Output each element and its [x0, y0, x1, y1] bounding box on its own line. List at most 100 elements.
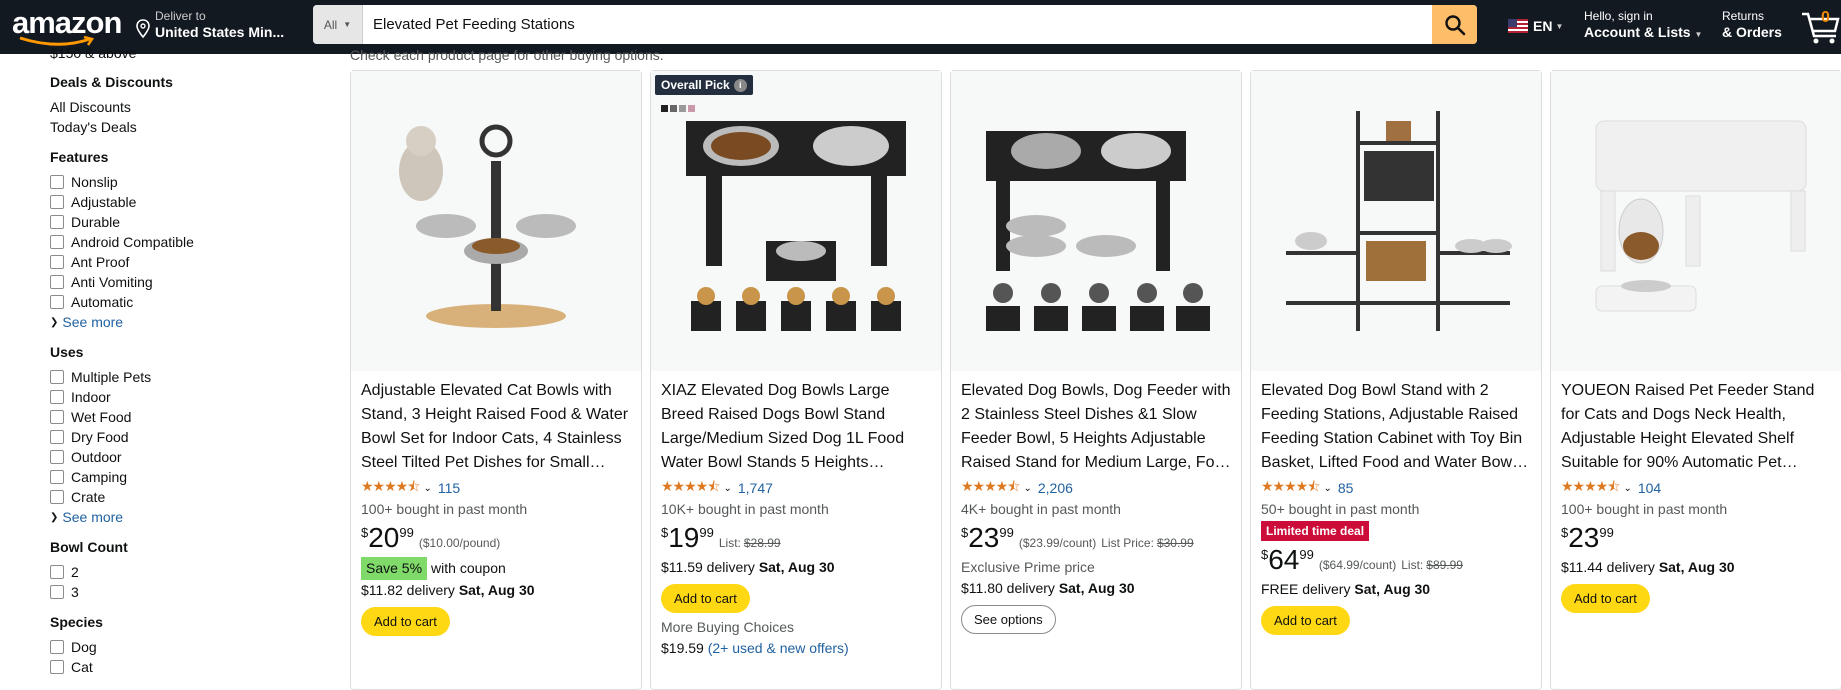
checkbox[interactable] — [50, 295, 64, 309]
deal-link[interactable]: All Discounts — [50, 97, 330, 117]
product-title[interactable]: Elevated Dog Bowl Stand with 2 Feeding S… — [1261, 379, 1531, 475]
checkbox[interactable] — [50, 640, 64, 654]
species-filter[interactable]: Cat — [50, 657, 330, 677]
checkbox[interactable] — [50, 235, 64, 249]
swatch[interactable] — [679, 105, 686, 112]
use-filter[interactable]: Crate — [50, 487, 330, 507]
offers-link[interactable]: (2+ used & new offers) — [708, 640, 849, 656]
product-rating[interactable]: ★★★★⯪ ⌄ 115 — [361, 477, 631, 499]
save-badge[interactable]: Save 5% — [361, 557, 428, 580]
checkbox[interactable] — [50, 195, 64, 209]
feature-filter[interactable]: Android Compatible — [50, 232, 330, 252]
checkbox[interactable] — [50, 370, 64, 384]
checkbox[interactable] — [50, 430, 64, 444]
checkbox[interactable] — [50, 175, 64, 189]
swatch[interactable] — [688, 105, 695, 112]
account-and-lists[interactable]: Hello, sign in Account & Lists ▼ — [1584, 9, 1702, 43]
product-image[interactable] — [951, 71, 1241, 371]
product-price[interactable]: $20 99 ($10.00/pound) — [361, 523, 631, 557]
feature-filter[interactable]: Automatic — [50, 292, 330, 312]
currency-symbol: $ — [661, 525, 669, 540]
language-selector[interactable]: EN ▼ — [1508, 18, 1563, 34]
language-label: EN — [1533, 18, 1553, 34]
chevron-down-icon[interactable]: ⌄ — [723, 483, 731, 494]
search-button[interactable] — [1432, 5, 1477, 44]
chevron-down-icon[interactable]: ⌄ — [1623, 483, 1631, 494]
feature-filter[interactable]: Adjustable — [50, 192, 330, 212]
product-title[interactable]: XIAZ Elevated Dog Bowls Large Breed Rais… — [661, 379, 931, 475]
checkbox[interactable] — [50, 255, 64, 269]
deal-link[interactable]: Today's Deals — [50, 117, 330, 137]
review-count[interactable]: 1,747 — [738, 480, 773, 496]
add-to-cart-button[interactable]: Add to cart — [1561, 584, 1650, 613]
product-price[interactable]: $23 99 — [1561, 523, 1831, 557]
delivery-date: Sat, Aug 30 — [458, 582, 535, 598]
feature-filter[interactable]: Ant Proof — [50, 252, 330, 272]
chevron-down-icon[interactable]: ⌄ — [1323, 483, 1331, 494]
use-filter[interactable]: Camping — [50, 467, 330, 487]
use-filter[interactable]: Multiple Pets — [50, 367, 330, 387]
checkbox[interactable] — [50, 585, 64, 599]
review-count[interactable]: 2,206 — [1038, 480, 1073, 496]
use-label: Dry Food — [71, 429, 129, 445]
list-label: List: — [718, 536, 741, 550]
feature-filter[interactable]: Durable — [50, 212, 330, 232]
product-price[interactable]: $23 99 ($23.99/count) List Price: $30.99 — [961, 523, 1231, 557]
product-price[interactable]: $64 99 ($64.99/count) List: $89.99 — [1261, 545, 1531, 579]
use-filter[interactable]: Indoor — [50, 387, 330, 407]
product-rating[interactable]: ★★★★⯪ ⌄ 85 — [1261, 477, 1531, 499]
product-image[interactable] — [1551, 71, 1841, 371]
product-image[interactable] — [1251, 71, 1541, 371]
checkbox[interactable] — [50, 275, 64, 289]
feature-filter[interactable]: Anti Vomiting — [50, 272, 330, 292]
color-swatches[interactable] — [661, 105, 695, 112]
add-to-cart-button[interactable]: Add to cart — [1261, 606, 1350, 635]
product-rating[interactable]: ★★★★⯪ ⌄ 2,206 — [961, 477, 1231, 499]
add-to-cart-button[interactable]: Add to cart — [661, 584, 750, 613]
info-icon[interactable]: i — [733, 78, 747, 92]
product-price[interactable]: $19 99 List: $28.99 — [661, 523, 931, 557]
review-count[interactable]: 85 — [1338, 480, 1354, 496]
checkbox[interactable] — [50, 450, 64, 464]
checkbox[interactable] — [50, 390, 64, 404]
cart-button[interactable]: 0 — [1800, 6, 1840, 46]
search-input[interactable]: Elevated Pet Feeding Stations — [363, 5, 1432, 44]
product-image[interactable] — [351, 71, 641, 371]
returns-and-orders[interactable]: Returns & Orders — [1722, 9, 1782, 40]
price-whole: 23 — [1568, 522, 1600, 553]
species-filter[interactable]: Dog — [50, 637, 330, 657]
checkbox[interactable] — [50, 490, 64, 504]
features-see-more[interactable]: ❯ See more — [50, 312, 330, 332]
product-rating[interactable]: ★★★★⯪ ⌄ 104 — [1561, 477, 1831, 499]
product-rating[interactable]: ★★★★⯪ ⌄ 1,747 — [661, 477, 931, 499]
swatch[interactable] — [670, 105, 677, 112]
amazon-logo[interactable]: amazon — [12, 7, 122, 46]
use-filter[interactable]: Dry Food — [50, 427, 330, 447]
uses-see-more[interactable]: ❯ See more — [50, 507, 330, 527]
feature-label: Durable — [71, 214, 121, 230]
checkbox[interactable] — [50, 470, 64, 484]
checkbox[interactable] — [50, 215, 64, 229]
product-title[interactable]: YOUEON Raised Pet Feeder Stand for Cats … — [1561, 379, 1831, 475]
review-count[interactable]: 115 — [438, 480, 460, 496]
checkbox[interactable] — [50, 565, 64, 579]
product-image[interactable]: Overall Pick i — [651, 71, 941, 371]
product-title[interactable]: Adjustable Elevated Cat Bowls with Stand… — [361, 379, 631, 475]
add-to-cart-button[interactable]: Add to cart — [361, 607, 450, 636]
deliver-to[interactable]: Deliver to United States Min... — [135, 9, 284, 41]
use-filter[interactable]: Outdoor — [50, 447, 330, 467]
swatch[interactable] — [661, 105, 668, 112]
review-count[interactable]: 104 — [1638, 480, 1661, 496]
feature-filter[interactable]: Nonslip — [50, 172, 330, 192]
chevron-down-icon[interactable]: ⌄ — [1023, 483, 1031, 494]
checkbox[interactable] — [50, 410, 64, 424]
bowl-count-filter[interactable]: 2 — [50, 562, 330, 582]
checkbox[interactable] — [50, 660, 64, 674]
chevron-down-icon[interactable]: ⌄ — [423, 483, 431, 494]
bowl-count-filter[interactable]: 3 — [50, 582, 330, 602]
price-filter-link[interactable]: $150 & above — [50, 44, 330, 62]
product-title[interactable]: Elevated Dog Bowls, Dog Feeder with 2 St… — [961, 379, 1231, 475]
use-filter[interactable]: Wet Food — [50, 407, 330, 427]
see-options-button[interactable]: See options — [961, 605, 1056, 634]
search-category-dropdown[interactable]: All ▼ — [313, 5, 363, 44]
